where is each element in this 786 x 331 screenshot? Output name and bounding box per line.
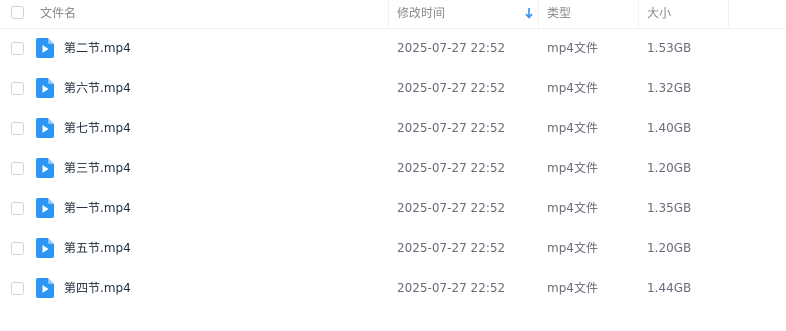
video-file-icon xyxy=(36,38,54,58)
column-divider[interactable] xyxy=(728,0,729,28)
file-type: mp4文件 xyxy=(547,41,598,55)
list-header: 文件名 修改时间 类型 大小 xyxy=(0,0,786,29)
arrow-down-icon[interactable] xyxy=(525,7,533,19)
file-modified-time: 2025-07-27 22:52 xyxy=(397,241,506,255)
file-type: mp4文件 xyxy=(547,81,598,95)
row-checkbox[interactable] xyxy=(11,282,24,295)
file-size: 1.44GB xyxy=(647,281,692,295)
file-name[interactable]: 第四节.mp4 xyxy=(64,268,131,308)
table-row[interactable]: 第四节.mp4 2025-07-27 22:52 mp4文件 1.44GB xyxy=(0,268,786,308)
file-size: 1.20GB xyxy=(647,161,692,175)
file-list: 文件名 修改时间 类型 大小 第二节.mp4 2025-07-27 22:52 mp… xyxy=(0,0,786,331)
video-file-icon xyxy=(36,238,54,258)
column-divider[interactable] xyxy=(388,0,389,28)
select-all-checkbox[interactable] xyxy=(11,6,24,19)
file-modified-time: 2025-07-27 22:52 xyxy=(397,161,506,175)
file-type: mp4文件 xyxy=(547,201,598,215)
table-row[interactable]: 第一节.mp4 2025-07-27 22:52 mp4文件 1.35GB xyxy=(0,188,786,228)
column-header-size[interactable]: 大小 xyxy=(647,0,671,28)
file-type: mp4文件 xyxy=(547,161,598,175)
row-checkbox[interactable] xyxy=(11,162,24,175)
row-checkbox[interactable] xyxy=(11,122,24,135)
row-checkbox[interactable] xyxy=(11,242,24,255)
file-type: mp4文件 xyxy=(547,241,598,255)
file-type: mp4文件 xyxy=(547,121,598,135)
video-file-icon xyxy=(36,78,54,98)
video-file-icon xyxy=(36,158,54,178)
table-row[interactable]: 第三节.mp4 2025-07-27 22:52 mp4文件 1.20GB xyxy=(0,148,786,188)
row-checkbox[interactable] xyxy=(11,42,24,55)
file-size: 1.20GB xyxy=(647,241,692,255)
row-checkbox[interactable] xyxy=(11,82,24,95)
file-modified-time: 2025-07-27 22:52 xyxy=(397,201,506,215)
file-modified-time: 2025-07-27 22:52 xyxy=(397,281,506,295)
file-size: 1.40GB xyxy=(647,121,692,135)
video-file-icon xyxy=(36,118,54,138)
column-divider[interactable] xyxy=(638,0,639,28)
file-size: 1.32GB xyxy=(647,81,692,95)
file-type: mp4文件 xyxy=(547,281,598,295)
column-header-type[interactable]: 类型 xyxy=(547,0,571,28)
video-file-icon xyxy=(36,198,54,218)
video-file-icon xyxy=(36,278,54,298)
table-row[interactable]: 第七节.mp4 2025-07-27 22:52 mp4文件 1.40GB xyxy=(0,108,786,148)
file-name[interactable]: 第一节.mp4 xyxy=(64,188,131,228)
table-row[interactable]: 第五节.mp4 2025-07-27 22:52 mp4文件 1.20GB xyxy=(0,228,786,268)
table-row[interactable]: 第二节.mp4 2025-07-27 22:52 mp4文件 1.53GB xyxy=(0,28,786,68)
row-checkbox[interactable] xyxy=(11,202,24,215)
file-name[interactable]: 第七节.mp4 xyxy=(64,108,131,148)
file-modified-time: 2025-07-27 22:52 xyxy=(397,121,506,135)
file-size: 1.53GB xyxy=(647,41,692,55)
file-name[interactable]: 第五节.mp4 xyxy=(64,228,131,268)
file-size: 1.35GB xyxy=(647,201,692,215)
column-divider[interactable] xyxy=(538,0,539,28)
column-header-name[interactable]: 文件名 xyxy=(40,0,76,28)
table-row[interactable]: 第六节.mp4 2025-07-27 22:52 mp4文件 1.32GB xyxy=(0,68,786,108)
file-name[interactable]: 第二节.mp4 xyxy=(64,28,131,68)
file-modified-time: 2025-07-27 22:52 xyxy=(397,41,506,55)
file-name[interactable]: 第三节.mp4 xyxy=(64,148,131,188)
column-header-modified[interactable]: 修改时间 xyxy=(397,0,445,28)
file-modified-time: 2025-07-27 22:52 xyxy=(397,81,506,95)
file-name[interactable]: 第六节.mp4 xyxy=(64,68,131,108)
